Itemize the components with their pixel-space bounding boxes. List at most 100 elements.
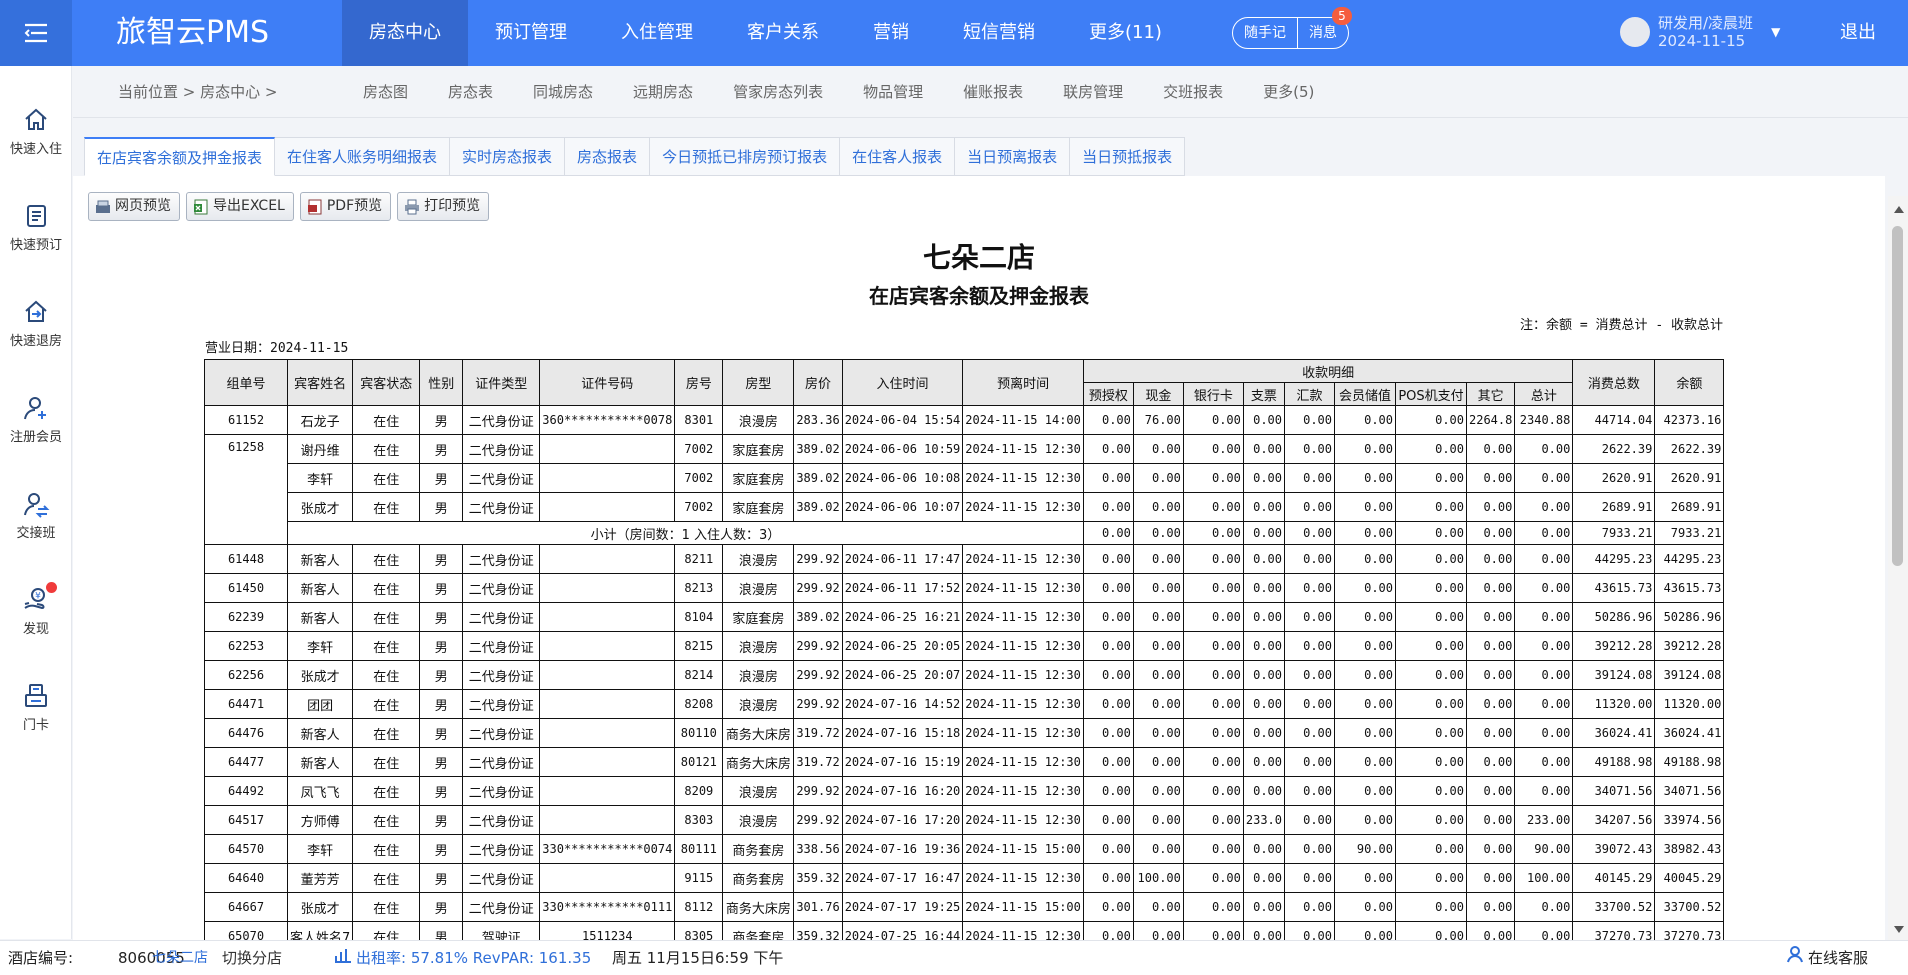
col-guest-status: 宾客状态: [352, 359, 421, 406]
tab-realtime-room-status[interactable]: 实时房态报表: [450, 137, 566, 176]
sidebar-item-quick-booking[interactable]: 快速预订: [0, 202, 72, 253]
tab-today-arrival[interactable]: 当日预抵报表: [1070, 137, 1186, 176]
cell-checkin: 2024-07-17 19:25: [841, 892, 964, 922]
nav-crm[interactable]: 客户关系: [720, 0, 846, 66]
cell-checkin: 2024-07-16 15:18: [841, 718, 964, 748]
tab-today-departure[interactable]: 当日预离报表: [955, 137, 1071, 176]
cell-guest-name: 李轩: [286, 463, 354, 493]
cell-payment: 0.00: [1284, 660, 1335, 690]
cell-room-no: 8301: [674, 405, 724, 435]
subnav-linked-room[interactable]: 联房管理: [1043, 66, 1143, 118]
export-excel-button[interactable]: 导出EXCEL: [186, 192, 294, 221]
cell-guest-name: 谢丹维: [286, 434, 354, 464]
cell-guest-status: 在住: [352, 805, 421, 835]
web-preview-button[interactable]: 网页预览: [88, 192, 180, 221]
cell-room-no: 8213: [674, 573, 724, 603]
sidebar-item-room-card[interactable]: 门卡: [0, 682, 72, 733]
subnav-room-table[interactable]: 房态表: [428, 66, 513, 118]
cell-payment: 0.00: [1082, 602, 1134, 632]
tab-guest-balance-deposit[interactable]: 在店宾客余额及押金报表: [84, 137, 276, 176]
subnav-more[interactable]: 更多(5): [1243, 66, 1334, 118]
cell-checkout: 2024-11-15 12:30: [962, 492, 1084, 522]
cell-rate: 299.92: [793, 573, 843, 603]
sidebar-item-register-member[interactable]: 注册会员: [0, 394, 72, 445]
cell-room-no: 8215: [674, 631, 724, 661]
print-preview-label: 打印预览: [424, 198, 481, 214]
cell-payment: 0.00: [1465, 921, 1516, 940]
cell-id-no: 360***********0078: [539, 405, 676, 435]
cell-group-no: 62256: [204, 660, 288, 690]
cell-gender: 男: [419, 463, 464, 493]
cell-payment: 0.00: [1465, 805, 1516, 835]
cell-checkin: 2024-07-16 16:20: [841, 776, 964, 806]
cell-room-no: 8211: [674, 544, 724, 574]
scroll-thumb[interactable]: [1892, 226, 1903, 566]
subnav-shift-report[interactable]: 交班报表: [1143, 66, 1243, 118]
nav-sms-marketing[interactable]: 短信营销: [936, 0, 1062, 66]
sidebar-item-shift-handover[interactable]: 交接班: [0, 490, 72, 541]
nav-marketing[interactable]: 营销: [846, 0, 936, 66]
cell-payment: 0.00: [1182, 776, 1244, 806]
cell-guest-name: 张成才: [286, 660, 354, 690]
subnav-city-room-status[interactable]: 同城房态: [513, 66, 613, 118]
sidebar-item-discover[interactable]: ¥ 发现: [0, 586, 72, 637]
tab-inhouse-guests[interactable]: 在住客人报表: [840, 137, 956, 176]
cell-gender: 男: [419, 602, 464, 632]
table-row: 64492 凤飞飞 在住男二代身份证 8209 浪漫房 299.92 2024-07-16 …: [204, 776, 1725, 806]
cell-guest-status: 在住: [352, 747, 421, 777]
cell-gender: 男: [419, 747, 464, 777]
customer-service-icon[interactable]: [1786, 941, 1804, 975]
cell-checkin: 2024-06-06 10:08: [841, 463, 964, 493]
notification-dot: [46, 582, 57, 593]
notes-button[interactable]: 随手记: [1233, 18, 1297, 48]
cell-id-type: 二代身份证: [462, 834, 541, 864]
subnav-room-chart[interactable]: 房态图: [343, 66, 428, 118]
tab-today-arrival-assigned[interactable]: 今日预抵已排房预订报表: [650, 137, 841, 176]
cell-checkout: 2024-11-15 12:30: [962, 602, 1084, 632]
nav-room-status-center[interactable]: 房态中心: [342, 0, 468, 66]
cell-payment: 0.00: [1082, 573, 1134, 603]
cell-payment: 0.00: [1514, 631, 1574, 661]
cell-rate: 319.72: [793, 747, 843, 777]
cell-payment: 0.00: [1182, 834, 1244, 864]
print-preview-button[interactable]: 打印预览: [397, 192, 490, 221]
sidebar-item-quick-checkout[interactable]: 快速退房: [0, 298, 72, 349]
table-row: 64477 新客人 在住男二代身份证 80121 商务大床房 319.72 2024-07-…: [204, 747, 1725, 777]
subnav-future-room-status[interactable]: 远期房态: [613, 66, 713, 118]
svg-text:¥: ¥: [35, 592, 41, 602]
cell-group-no: 64640: [204, 863, 288, 893]
cell-rate: 283.36: [793, 405, 843, 435]
subnav-housekeeping-list[interactable]: 管家房态列表: [713, 66, 843, 118]
sidebar-item-quick-checkin[interactable]: 快速入住: [0, 106, 72, 157]
tab-room-status-report[interactable]: 房态报表: [565, 137, 651, 176]
cell-checkin: 2024-07-16 14:52: [841, 689, 964, 719]
user-menu[interactable]: 研发用/凌晨班 2024-11-15 ▼: [1620, 14, 1780, 50]
cell-id-type: 二代身份证: [462, 660, 541, 690]
pdf-preview-button[interactable]: PDF预览: [299, 192, 392, 221]
chevron-down-icon[interactable]: ▼: [1771, 25, 1780, 39]
switch-branch-button[interactable]: 切换分店: [222, 941, 282, 975]
vertical-scrollbar[interactable]: [1888, 196, 1908, 940]
logout-button[interactable]: 退出: [1840, 0, 1876, 66]
cell-id-no: [539, 805, 676, 835]
cell-payment: 0.00: [1395, 573, 1467, 603]
card-icon: [25, 684, 47, 707]
cell-payment: 0.00: [1334, 776, 1396, 806]
nav-more[interactable]: 更多(11): [1062, 0, 1189, 66]
subnav-collection-report[interactable]: 催账报表: [943, 66, 1043, 118]
cell-guest-status: 在住: [352, 718, 421, 748]
cell-payment: 0.00: [1334, 602, 1396, 632]
scroll-up-icon[interactable]: [1894, 206, 1904, 213]
cell-payment: 0.00: [1284, 689, 1335, 719]
scroll-down-icon[interactable]: [1894, 926, 1904, 933]
cell-payment: 0.00: [1182, 718, 1244, 748]
tab-inhouse-account-detail[interactable]: 在住客人账务明细报表: [275, 137, 451, 176]
cell-guest-name: 新客人: [286, 602, 354, 632]
menu-toggle-icon[interactable]: [0, 0, 72, 66]
cell-payment: 0.00: [1242, 602, 1286, 632]
subnav-item-management[interactable]: 物品管理: [843, 66, 943, 118]
nav-checkin[interactable]: 入住管理: [594, 0, 720, 66]
nav-reservation[interactable]: 预订管理: [468, 0, 594, 66]
online-service-button[interactable]: 在线客服: [1808, 941, 1868, 975]
cell-checkin: 2024-06-25 20:07: [841, 660, 964, 690]
